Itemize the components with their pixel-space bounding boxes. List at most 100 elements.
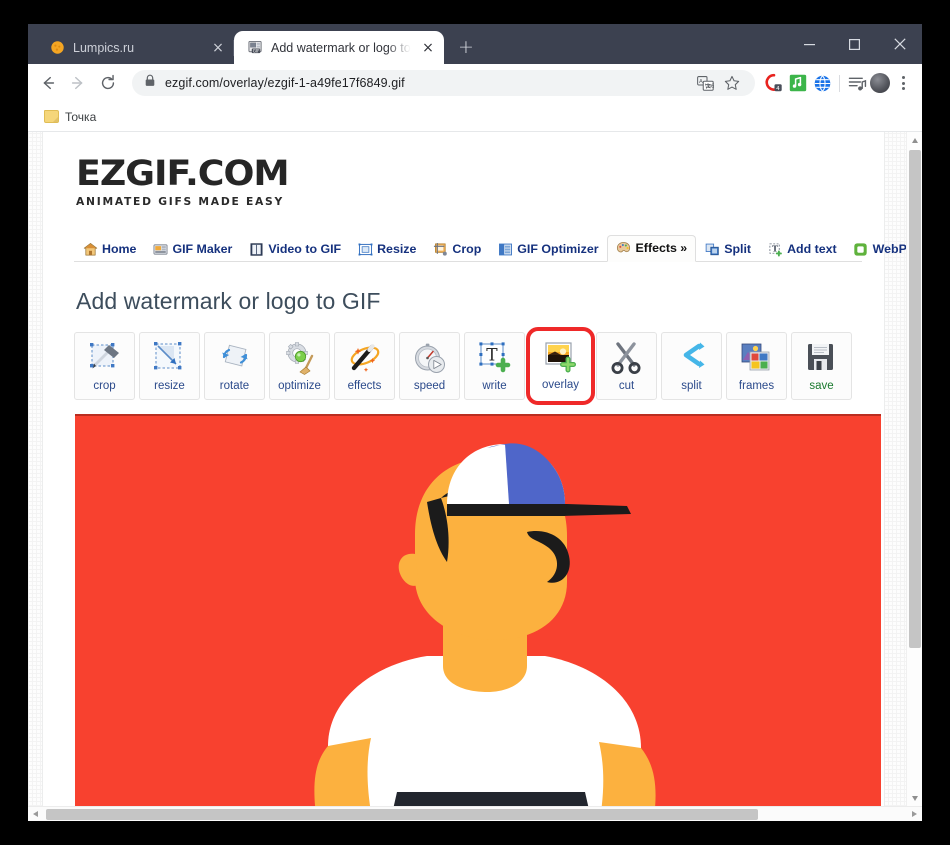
vertical-scroll-thumb[interactable] (909, 150, 921, 648)
tool-button-overlay[interactable]: overlay (526, 327, 595, 405)
nav-label: Home (102, 242, 137, 256)
nav-label: Add text (787, 242, 837, 256)
close-icon[interactable]: × (210, 40, 226, 56)
horizontal-scroll-track[interactable] (43, 807, 907, 822)
music-note-extension-icon[interactable] (787, 72, 809, 94)
tab-title: Lumpics.ru (73, 40, 135, 55)
ezgif-logo[interactable]: EZGIF.COM ANIMATED GIFS MADE EASY (76, 157, 884, 209)
crop-icon (432, 241, 448, 257)
forward-icon[interactable] (64, 69, 92, 97)
svg-text:GIF: GIF (252, 48, 259, 53)
effects-tool-icon (345, 339, 385, 377)
tool-label: write (482, 380, 507, 392)
omnibox-url-text[interactable]: ezgif.com/overlay/ezgif-1-a49fe17f6849.g… (165, 76, 405, 90)
window-controls (787, 24, 922, 64)
three-dot-menu[interactable] (892, 71, 914, 95)
tool-label: optimize (278, 380, 321, 392)
page-title: Add watermark or logo to GIF (76, 288, 381, 314)
tool-button-optimize[interactable]: optimize (269, 332, 330, 400)
browser-window: Lumpics.ru × GIF Add watermark or logo t… (28, 24, 922, 821)
tool-label: speed (413, 380, 446, 392)
video-icon (248, 241, 264, 257)
close-window-button[interactable] (877, 24, 922, 64)
nav-label: Effects » (635, 241, 688, 255)
new-tab-button[interactable]: + (452, 33, 480, 61)
back-icon[interactable] (34, 69, 62, 97)
logo-tagline: ANIMATED GIFS MADE EASY (76, 196, 284, 208)
bookmark-label: Точка (65, 109, 97, 124)
nav-item-gif-maker[interactable]: GIF Maker (144, 237, 240, 262)
tool-label: frames (738, 380, 775, 392)
reload-icon[interactable] (94, 69, 122, 97)
avatar[interactable] (870, 73, 890, 93)
opera-extension-icon[interactable]: 4 (763, 72, 785, 94)
tool-button-crop[interactable]: crop (74, 332, 135, 400)
tool-label: resize (154, 380, 185, 392)
tool-button-split[interactable]: split (661, 332, 722, 400)
scroll-left-arrow[interactable] (28, 807, 43, 822)
nav-item-home[interactable]: Home (74, 237, 144, 262)
rotate-tool-icon (215, 339, 255, 377)
palette-icon (616, 240, 632, 256)
nav-item-webp[interactable]: WebP (845, 237, 915, 262)
globe-extension-icon[interactable] (811, 72, 833, 94)
bookmark-star-icon[interactable] (721, 72, 743, 94)
tool-button-rotate[interactable]: rotate (204, 332, 265, 400)
page-viewport: EZGIF.COM ANIMATED GIFS MADE EASY Home G… (28, 132, 922, 806)
overlay-tool-icon (541, 338, 581, 376)
browser-tab-lumpics[interactable]: Lumpics.ru × (36, 31, 234, 64)
orange-circle-favicon (49, 40, 65, 56)
gif-preview-illustration (75, 416, 881, 806)
nav-item-video-to-gif[interactable]: Video to GIF (240, 237, 349, 262)
write-tool-icon: T (475, 339, 515, 377)
tool-button-speed[interactable]: speed (399, 332, 460, 400)
toolbar-divider (839, 74, 840, 92)
scroll-down-arrow[interactable] (907, 790, 922, 806)
nav-label: Crop (452, 242, 482, 256)
add-text-icon: T (767, 241, 783, 257)
scroll-up-arrow[interactable] (907, 132, 922, 148)
tool-button-resize[interactable]: resize (139, 332, 200, 400)
maximize-button[interactable] (832, 24, 877, 64)
padlock-icon (144, 74, 156, 92)
gif-maker-icon (152, 241, 168, 257)
tab-title: Add watermark or logo to animated GIF (271, 40, 412, 55)
nav-item-crop[interactable]: Crop (424, 237, 489, 262)
horizontal-scroll-thumb[interactable] (46, 808, 758, 820)
nav-item-add-text[interactable]: T Add text (759, 237, 845, 262)
bookmark-item[interactable]: Точка (38, 107, 102, 127)
crop-tool-icon (85, 339, 125, 377)
nav-item-resize[interactable]: Resize (349, 237, 424, 262)
scroll-right-arrow[interactable] (907, 807, 922, 822)
tool-button-effects[interactable]: effects (334, 332, 395, 400)
nav-item-effects[interactable]: Effects » (606, 235, 697, 262)
tool-button-cut[interactable]: cut (596, 332, 657, 400)
minimize-button[interactable] (787, 24, 832, 64)
tool-button-frames[interactable]: frames (726, 332, 787, 400)
nav-label: WebP (872, 242, 907, 256)
close-icon[interactable]: × (420, 40, 436, 56)
save-tool-icon (802, 339, 842, 377)
svg-text:4: 4 (776, 86, 780, 92)
tool-button-save[interactable]: save (791, 332, 852, 400)
resize-tool-icon (150, 339, 190, 377)
cut-tool-icon (607, 339, 647, 377)
nav-item-split[interactable]: Split (696, 237, 759, 262)
resize-icon (357, 241, 373, 257)
playlist-icon[interactable] (846, 72, 868, 94)
browser-tab-ezgif[interactable]: GIF Add watermark or logo to animated GI… (234, 31, 444, 64)
nav-label: GIF Maker (172, 242, 233, 256)
tool-button-write[interactable]: T write (464, 332, 525, 400)
horizontal-scrollbar[interactable] (28, 806, 922, 821)
ezgif-favicon: GIF (247, 40, 263, 56)
vertical-scrollbar[interactable] (906, 132, 922, 806)
tool-row: crop resize rotate optimize effects spee… (74, 327, 884, 405)
translate-icon[interactable]: A \u6587 (694, 72, 716, 94)
omnibox[interactable]: ezgif.com/overlay/ezgif-1-a49fe17f6849.g… (132, 70, 755, 96)
folder-icon (44, 110, 59, 123)
nav-label: Resize (377, 242, 417, 256)
gif-preview-image[interactable] (75, 414, 881, 806)
nav-item-gif-optimizer[interactable]: GIF Optimizer (489, 237, 606, 262)
navigation-toolbar: ezgif.com/overlay/ezgif-1-a49fe17f6849.g… (28, 64, 922, 102)
logo-wordmark: EZGIF.COM (76, 154, 290, 194)
